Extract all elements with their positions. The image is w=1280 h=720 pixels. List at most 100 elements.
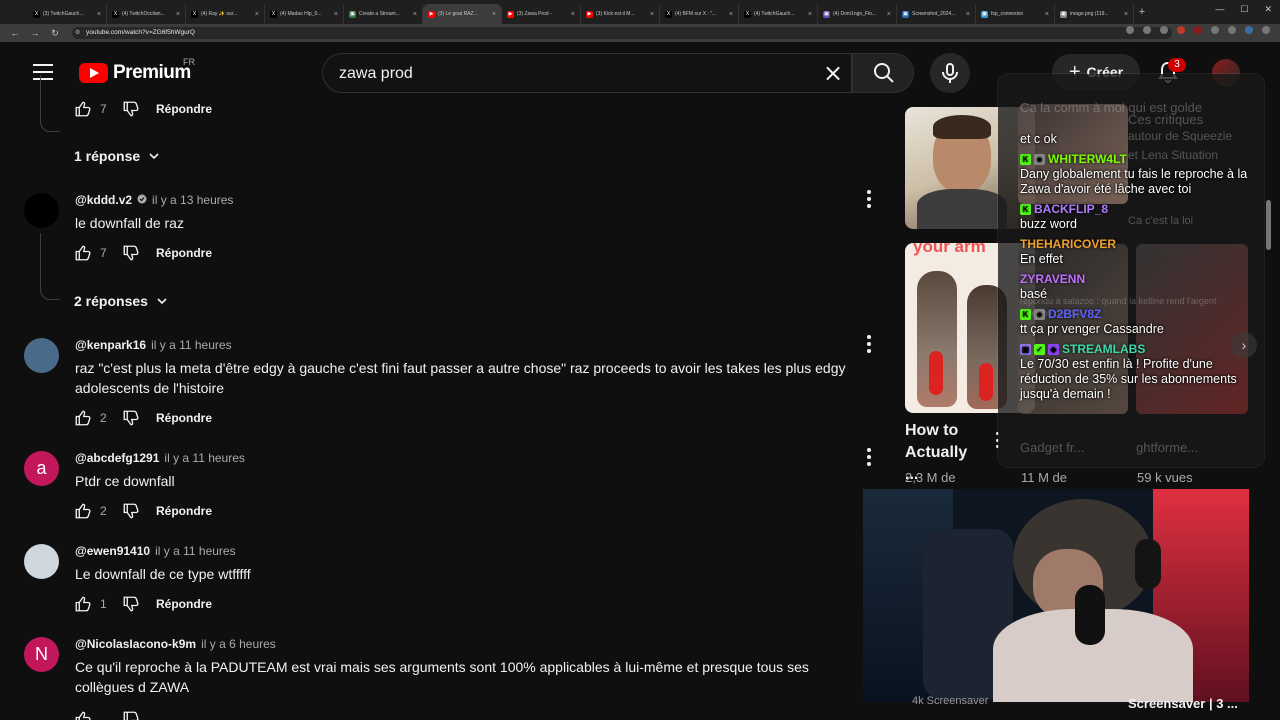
chat-message: ▣ ✓ ◆ STREAMLABS Le 70/30 est enfin là ! Pro… (1020, 341, 1256, 402)
chat-username: BACKFLIP_8 (1034, 202, 1109, 216)
browser-tab[interactable]: X (4) TwitchGauch... × (739, 4, 818, 24)
comment-author[interactable]: @abcdefg1291 (75, 451, 159, 465)
voice-search-button[interactable] (930, 53, 970, 93)
tab-close-icon[interactable]: × (492, 11, 496, 18)
chat-ghost-line: Ces critiques (1128, 112, 1204, 127)
reply-button[interactable]: Répondre (156, 411, 212, 425)
comment-text: le downfall de raz (75, 215, 184, 231)
menu-kebab-icon[interactable] (1262, 26, 1270, 34)
comment-author[interactable]: @ewen91410 (75, 544, 150, 558)
profile-icon[interactable] (1245, 26, 1253, 34)
search-input[interactable]: zawa prod × (322, 53, 852, 93)
tab-close-icon[interactable]: × (97, 11, 101, 18)
tab-close-icon[interactable]: × (571, 11, 575, 18)
like-icon[interactable] (74, 409, 92, 427)
browser-tab[interactable]: ▣ Screenshot_2024... × (897, 4, 976, 24)
thumb-hair (933, 115, 991, 139)
comment-text: Ce qu'il reproche à la PADUTEAM est vrai… (75, 659, 809, 695)
browser-tab[interactable]: X (4) Madao Hip_0... × (265, 4, 344, 24)
bottom-video-title[interactable]: 4k Screensaver (912, 695, 988, 707)
reply-button[interactable]: Répondre (156, 246, 212, 260)
comment-menu-kebab-icon[interactable] (866, 335, 872, 353)
reply-button[interactable]: Répondre (156, 102, 212, 116)
tab-close-icon[interactable]: × (966, 11, 970, 18)
tab-close-icon[interactable]: × (808, 11, 812, 18)
browser-tab[interactable]: ▶ (3) Zawa Prod - × (502, 4, 581, 24)
avatar[interactable]: N (24, 637, 59, 672)
close-window-button[interactable]: ✕ (1264, 4, 1272, 15)
browser-tab[interactable]: ▣ Create a Stream... × (344, 4, 423, 24)
dislike-icon[interactable] (122, 100, 140, 118)
tab-close-icon[interactable]: × (176, 11, 180, 18)
comment-timestamp[interactable]: il y a 11 heures (164, 451, 245, 465)
like-icon[interactable] (74, 595, 92, 613)
share-icon[interactable] (1143, 26, 1151, 34)
search-button[interactable] (852, 53, 914, 93)
tab-title: image.png (119... (1070, 11, 1109, 17)
tab-close-icon[interactable]: × (413, 11, 417, 18)
dislike-icon[interactable] (122, 244, 140, 262)
chevron-right-icon[interactable]: › (1231, 332, 1257, 358)
maximize-button[interactable]: ☐ (1240, 4, 1248, 15)
browser-tab[interactable]: X (4) BFM sur X : "... × (660, 4, 739, 24)
comment-author[interactable]: @kenpark16 (75, 338, 146, 352)
tab-close-icon[interactable]: × (1124, 11, 1128, 18)
zoom-icon[interactable] (1126, 26, 1134, 34)
comment-timestamp[interactable]: il y a 6 heures (201, 637, 276, 651)
minimize-button[interactable]: — (1215, 4, 1224, 15)
browser-tab[interactable]: ▣ fsp_connexion × (976, 4, 1055, 24)
forward-icon[interactable]: → (30, 28, 40, 38)
browser-tab[interactable]: ▣ image.png (119... × (1055, 4, 1134, 24)
like-icon[interactable] (74, 502, 92, 520)
site-info-icon[interactable]: ⚙ (75, 27, 80, 39)
comment-author[interactable]: @NicolasIacono-k9m (75, 637, 196, 651)
avatar[interactable] (24, 338, 59, 373)
avatar[interactable]: a (24, 451, 59, 486)
dislike-icon[interactable] (122, 710, 140, 720)
youtube-logo[interactable]: Premium (79, 62, 191, 84)
comment-menu-kebab-icon[interactable] (866, 190, 872, 208)
replies-toggle[interactable]: 2 réponses (74, 293, 168, 309)
browser-tab[interactable]: ▶ (3) Le goat RAZ... × (423, 4, 502, 24)
browser-tab[interactable]: ▣ (4) Dom1ngo_Flo... × (818, 4, 897, 24)
browser-tab[interactable]: ▶ (3) Kick est-il M... × (581, 4, 660, 24)
new-tab-button[interactable]: + (1134, 6, 1150, 18)
back-icon[interactable]: ← (10, 28, 20, 38)
tab-close-icon[interactable]: × (334, 11, 338, 18)
comment-timestamp[interactable]: il y a 13 heures (152, 193, 233, 207)
tab-close-icon[interactable]: × (650, 11, 654, 18)
dislike-icon[interactable] (122, 409, 140, 427)
browser-tab[interactable]: X (4) Ray ✨ sur... × (186, 4, 265, 24)
dislike-icon[interactable] (122, 502, 140, 520)
comment-menu-kebab-icon[interactable] (866, 448, 872, 466)
bookmark-star-icon[interactable] (1160, 26, 1168, 34)
comment-author[interactable]: @kddd.v2 (75, 193, 132, 207)
replies-toggle[interactable]: 1 réponse (74, 148, 160, 164)
like-icon[interactable] (74, 710, 92, 720)
like-icon[interactable] (74, 244, 92, 262)
tab-close-icon[interactable]: × (255, 11, 259, 18)
tab-close-icon[interactable]: × (887, 11, 891, 18)
browser-tab[interactable]: X (3) TwitchGauch... × (28, 4, 107, 24)
browser-tab[interactable]: X (4) TwitchOccitan... × (107, 4, 186, 24)
tab-close-icon[interactable]: × (1045, 11, 1049, 18)
tab-close-icon[interactable]: × (729, 11, 733, 18)
reload-icon[interactable]: ↻ (50, 28, 60, 39)
extension-puzzle-icon[interactable] (1211, 26, 1219, 34)
like-icon[interactable] (74, 100, 92, 118)
clear-search-icon[interactable]: × (821, 61, 845, 86)
bottom-video-title[interactable]: Screensaver | 3 ... (1128, 696, 1238, 711)
extension-download-icon[interactable] (1228, 26, 1236, 34)
comment-timestamp[interactable]: il y a 11 heures (151, 338, 232, 352)
reply-button[interactable]: Répondre (156, 597, 212, 611)
dislike-icon[interactable] (122, 595, 140, 613)
avatar[interactable] (24, 544, 59, 579)
extension-red-icon[interactable] (1177, 26, 1185, 34)
comment-timestamp[interactable]: il y a 11 heures (155, 544, 236, 558)
extension-ublock-icon[interactable] (1194, 26, 1202, 34)
reply-button[interactable]: Répondre (156, 504, 212, 518)
chat-username-row: THEHARICOVER (1020, 236, 1256, 252)
page-scrollbar[interactable] (1266, 200, 1271, 250)
address-bar[interactable]: ⚙ youtube.com/watch?v=ZG6f5hWgurQ (72, 27, 1172, 39)
avatar[interactable] (24, 193, 59, 228)
